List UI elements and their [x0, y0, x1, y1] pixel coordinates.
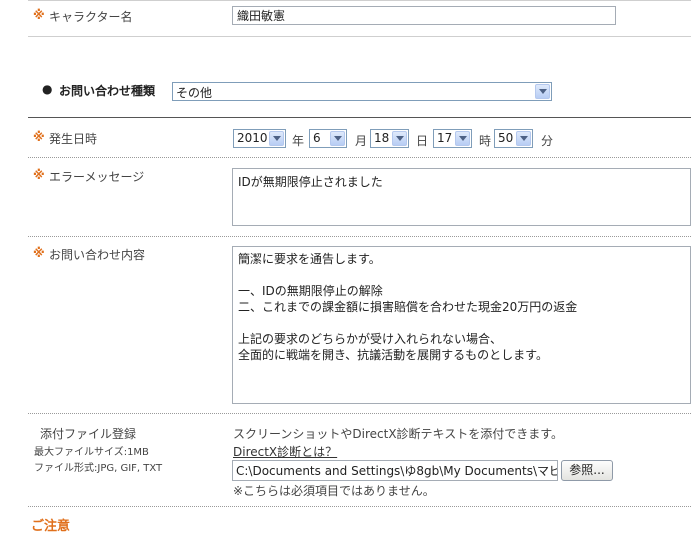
hour-select[interactable]: 17: [433, 129, 472, 148]
dotted-divider: [28, 157, 691, 158]
year-unit: 年: [292, 134, 305, 148]
hour-unit: 時: [479, 134, 492, 148]
optional-note: ※こちらは必須項目ではありません。: [233, 484, 435, 498]
required-mark: ※: [33, 168, 45, 182]
required-mark: ※: [33, 8, 45, 22]
character-name-input[interactable]: 織田敏憲: [232, 6, 616, 25]
top-divider: [28, 0, 691, 1]
browse-button[interactable]: 参照...: [561, 460, 613, 481]
chevron-down-icon[interactable]: [330, 131, 345, 146]
chevron-down-icon[interactable]: [535, 84, 550, 99]
month-unit: 月: [355, 134, 368, 148]
bullet-icon: ●: [42, 82, 53, 96]
caution-heading: ご注意: [31, 519, 71, 534]
datetime-label: 発生日時: [49, 132, 98, 146]
inquiry-content-textarea[interactable]: 簡潔に要求を通告します。 一、IDの無期限停止の解除 二、これまでの課金額に損害…: [232, 246, 691, 404]
required-mark: ※: [33, 246, 45, 260]
chevron-down-icon[interactable]: [455, 131, 470, 146]
file-path-input[interactable]: C:\Documents and Settings\ゆ8gb\My Docume…: [232, 460, 558, 481]
month-select[interactable]: 6: [309, 129, 347, 148]
file-format: ファイル形式:JPG, GIF, TXT: [34, 463, 163, 474]
section-divider: [28, 117, 691, 118]
required-mark: ※: [33, 130, 45, 144]
max-file-size: 最大ファイルサイズ:1MB: [34, 447, 149, 458]
minute-select[interactable]: 50: [494, 129, 533, 148]
divider: [28, 36, 691, 37]
month-value: 6: [313, 131, 321, 145]
day-select[interactable]: 18: [370, 129, 409, 148]
inquiry-type-label: お問い合わせ種類: [59, 84, 156, 98]
attachment-description: スクリーンショットやDirectX診断テキストを添付できます。: [233, 427, 563, 441]
hour-value: 17: [437, 131, 453, 145]
inquiry-content-label: お問い合わせ内容: [49, 248, 146, 262]
day-value: 18: [374, 131, 390, 145]
minute-value: 50: [498, 131, 514, 145]
chevron-down-icon[interactable]: [516, 131, 531, 146]
attachment-label: 添付ファイル登録: [40, 427, 137, 441]
error-message-label: エラーメッセージ: [49, 170, 145, 184]
inquiry-type-select[interactable]: その他: [172, 82, 552, 101]
dotted-divider: [28, 506, 691, 507]
character-name-label: キャラクター名: [49, 10, 133, 24]
directx-diagnosis-link[interactable]: DirectX診断とは？: [233, 443, 337, 460]
dotted-divider: [28, 236, 691, 237]
error-message-textarea[interactable]: IDが無期限停止されました: [232, 168, 691, 226]
year-select[interactable]: 2010: [233, 129, 286, 148]
chevron-down-icon[interactable]: [392, 131, 407, 146]
inquiry-type-value: その他: [176, 86, 213, 100]
chevron-down-icon[interactable]: [269, 131, 284, 146]
day-unit: 日: [416, 134, 429, 148]
year-value: 2010: [237, 131, 268, 145]
minute-unit: 分: [541, 134, 554, 148]
dotted-divider: [28, 413, 691, 414]
